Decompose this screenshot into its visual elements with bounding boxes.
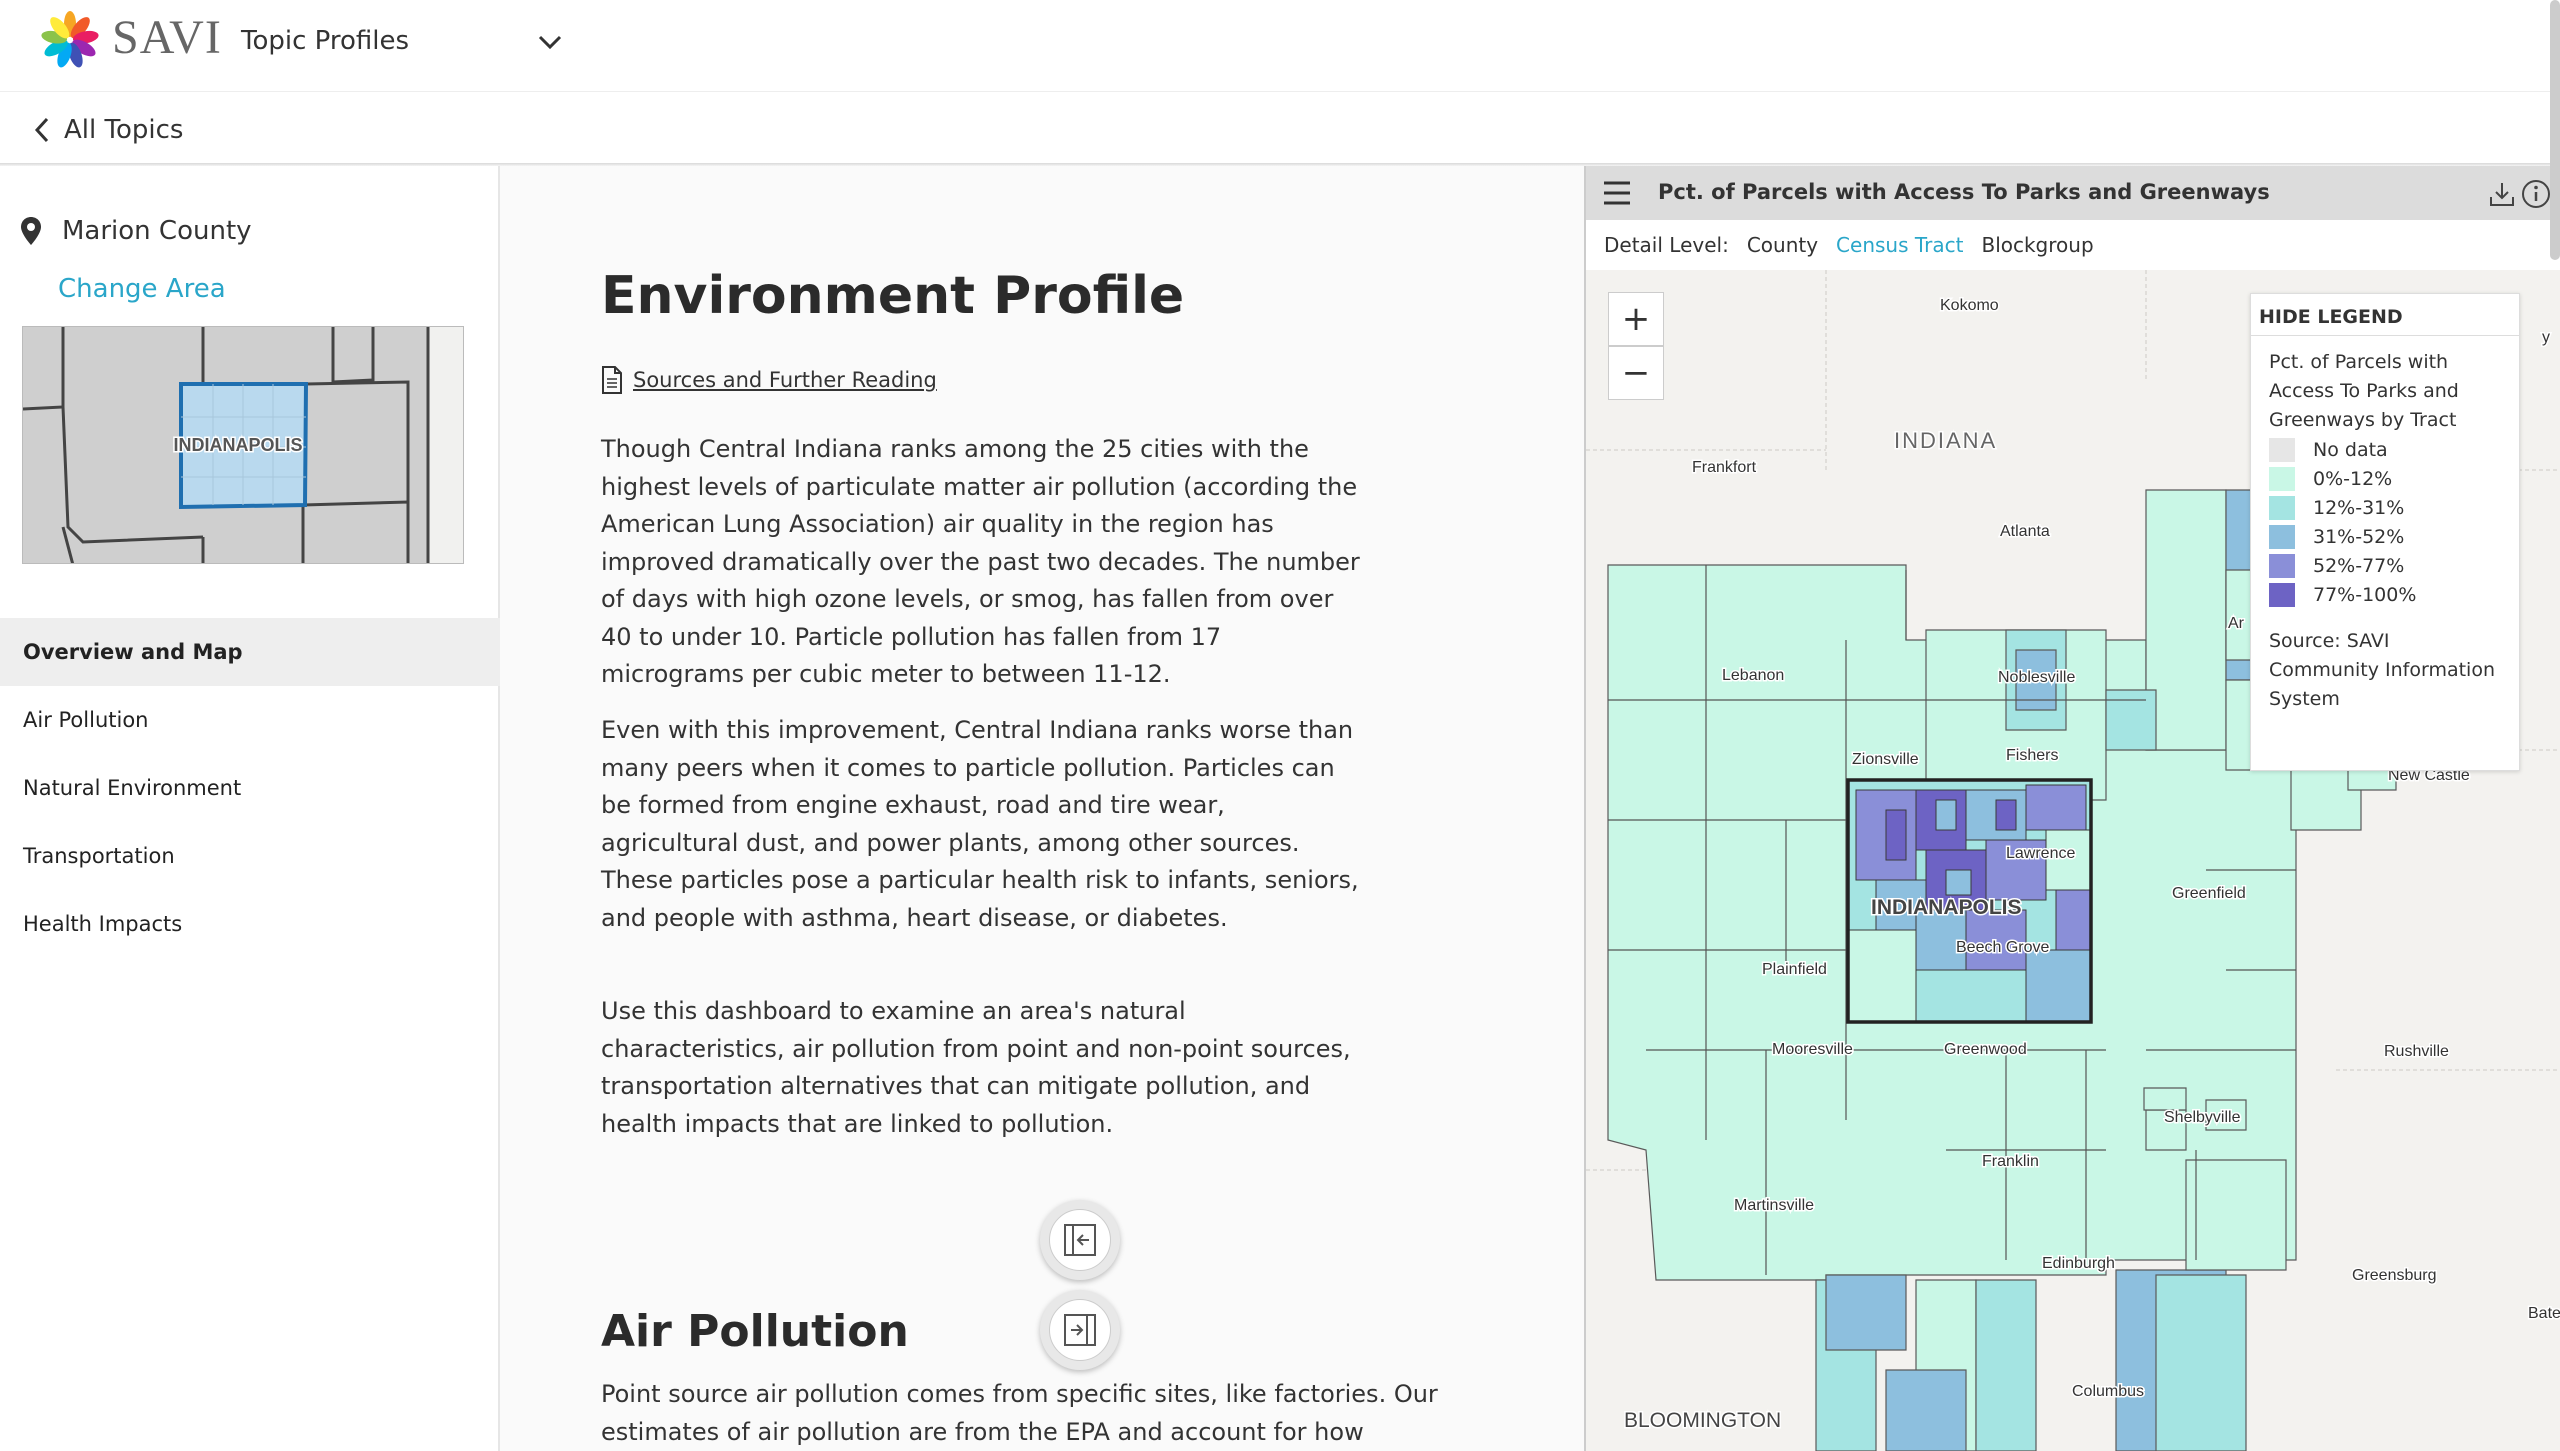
expand-right-icon	[1064, 1314, 1096, 1346]
zoom-out-button[interactable]: −	[1608, 346, 1664, 400]
legend-item-label: 31%-52%	[2313, 525, 2405, 548]
document-icon	[602, 366, 622, 394]
all-topics-label: All Topics	[64, 115, 184, 145]
main-content: Environment Profile Sources and Further …	[500, 166, 1584, 1451]
breadcrumb-bar: All Topics	[0, 92, 2560, 164]
hamburger-menu-icon[interactable]	[1602, 180, 1632, 206]
detail-county-option[interactable]: County	[1747, 233, 1818, 257]
legend-item-label: 77%-100%	[2313, 583, 2417, 606]
legend-item: 12%-31%	[2251, 493, 2519, 522]
area-thumbnail-map[interactable]: INDIANAPOLIS	[22, 326, 464, 564]
nav-item-transportation[interactable]: Transportation	[0, 822, 500, 890]
change-area-link[interactable]: Change Area	[58, 274, 226, 304]
legend-swatch-77-100	[2269, 582, 2295, 607]
thumbnail-city-label: INDIANAPOLIS	[173, 435, 302, 455]
map-label-shelbyville: Shelbyville	[2164, 1109, 2241, 1126]
all-topics-link[interactable]: All Topics	[34, 112, 183, 148]
map-label-edinburgh: Edinburgh	[2042, 1255, 2115, 1272]
map-title: Pct. of Parcels with Access To Parks and…	[1658, 180, 2270, 204]
nav-item-overview[interactable]: Overview and Map	[0, 618, 500, 686]
legend-swatch-31-52	[2269, 524, 2295, 549]
map-label-plainfield: Plainfield	[1762, 961, 1827, 978]
legend-swatch-0-12	[2269, 466, 2295, 491]
top-header: SAVI Topic Profiles	[0, 0, 2560, 92]
map-label-lebanon: Lebanon	[1722, 667, 1784, 684]
map-label-bloomington: BLOOMINGTON	[1624, 1409, 1781, 1432]
legend-item: No data	[2251, 435, 2519, 464]
map-label-mooresville: Mooresville	[1772, 1041, 1853, 1058]
map-label-greenwood: Greenwood	[1944, 1041, 2027, 1058]
chevron-down-icon[interactable]	[530, 22, 570, 62]
intro-paragraph-2: Even with this improvement, Central Indi…	[601, 716, 1359, 932]
legend-item-label: 12%-31%	[2313, 496, 2405, 519]
intro-paragraph-3: Use this dashboard to examine an area's …	[601, 997, 1351, 1138]
expand-right-button[interactable]	[1040, 1290, 1120, 1370]
sources-link-label: Sources and Further Reading	[633, 368, 937, 392]
map-label-lawrence: Lawrence	[2006, 845, 2075, 862]
map-label-zionsville: Zionsville	[1852, 751, 1919, 768]
topic-nav: Overview and Map Air Pollution Natural E…	[0, 618, 500, 958]
detail-blockgroup-option[interactable]: Blockgroup	[1981, 233, 2093, 257]
intro-paragraph-1: Though Central Indiana ranks among the 2…	[601, 435, 1360, 688]
section-selector-label[interactable]: Topic Profiles	[241, 26, 409, 56]
sources-link[interactable]: Sources and Further Reading	[601, 366, 937, 394]
map-label-noblesville: Noblesville	[1998, 669, 2075, 686]
chevron-left-icon	[34, 117, 49, 143]
detail-level-row: Detail Level: County Census Tract Blockg…	[1586, 220, 2560, 270]
map-label-kokomo: Kokomo	[1940, 297, 1999, 314]
map-header: Pct. of Parcels with Access To Parks and…	[1586, 166, 2560, 220]
sidebar: Marion County Change Area INDIANAPOLIS O…	[0, 166, 500, 1451]
legend-item: 52%-77%	[2251, 551, 2519, 580]
collapse-left-button[interactable]	[1040, 1200, 1120, 1280]
legend-swatch-52-77	[2269, 553, 2295, 578]
section-title-air-pollution: Air Pollution	[601, 1306, 909, 1357]
map-label-y: y	[2542, 329, 2550, 346]
air-pollution-paragraph: Point source air pollution comes from sp…	[601, 1380, 1438, 1446]
map-label-columbus: Columbus	[2072, 1383, 2144, 1400]
savi-logo-icon[interactable]	[38, 8, 102, 72]
legend-item-label: No data	[2313, 438, 2388, 461]
download-icon[interactable]	[2488, 180, 2516, 208]
map-label-frankfort: Frankfort	[1692, 459, 1757, 476]
map-label-bate: Bate	[2528, 1305, 2560, 1322]
legend-title: Pct. of Parcels with Access To Parks and…	[2269, 351, 2459, 431]
map-label-greensburg: Greensburg	[2352, 1267, 2437, 1284]
hide-legend-button[interactable]: HIDE LEGEND	[2251, 294, 2519, 336]
detail-census-tract-option[interactable]: Census Tract	[1836, 233, 1963, 257]
map-label-fishers: Fishers	[2006, 747, 2058, 764]
legend-swatch-no-data	[2269, 437, 2295, 462]
legend-item: 31%-52%	[2251, 522, 2519, 551]
legend-item-label: 0%-12%	[2313, 467, 2393, 490]
brand-name[interactable]: SAVI	[112, 10, 222, 65]
map-label-indianapolis: INDIANAPOLIS	[1871, 896, 2022, 919]
nav-item-natural-environment[interactable]: Natural Environment	[0, 754, 500, 822]
location-pin-icon	[21, 217, 41, 245]
map-label-ar: Ar	[2228, 615, 2245, 632]
nav-item-health-impacts[interactable]: Health Impacts	[0, 890, 500, 958]
legend-source: Source: SAVI Community Information Syste…	[2269, 630, 2495, 710]
collapse-left-icon	[1064, 1224, 1096, 1256]
map-legend: HIDE LEGEND Pct. of Parcels with Access …	[2250, 293, 2520, 771]
page-title: Environment Profile	[601, 266, 1185, 326]
map-label-greenfield: Greenfield	[2172, 885, 2246, 902]
page-scrollbar[interactable]	[2550, 0, 2560, 260]
legend-item: 0%-12%	[2251, 464, 2519, 493]
legend-item-label: 52%-77%	[2313, 554, 2405, 577]
map-label-atlanta: Atlanta	[2000, 523, 2050, 540]
map-label-rushville: Rushville	[2384, 1043, 2449, 1060]
info-icon[interactable]	[2520, 178, 2552, 210]
legend-swatch-12-31	[2269, 495, 2295, 520]
map-label-beech-grove: Beech Grove	[1956, 939, 2049, 956]
legend-item: 77%-100%	[2251, 580, 2519, 609]
selected-area-name: Marion County	[62, 216, 252, 246]
map-panel: Pct. of Parcels with Access To Parks and…	[1584, 166, 2560, 1451]
detail-level-label: Detail Level:	[1604, 233, 1729, 257]
map-label-martinsville: Martinsville	[1734, 1197, 1814, 1214]
nav-item-air-pollution[interactable]: Air Pollution	[0, 686, 500, 754]
map-label-indiana: INDIANA	[1894, 428, 1997, 453]
map-label-franklin: Franklin	[1982, 1153, 2039, 1170]
zoom-in-button[interactable]: +	[1608, 292, 1664, 346]
